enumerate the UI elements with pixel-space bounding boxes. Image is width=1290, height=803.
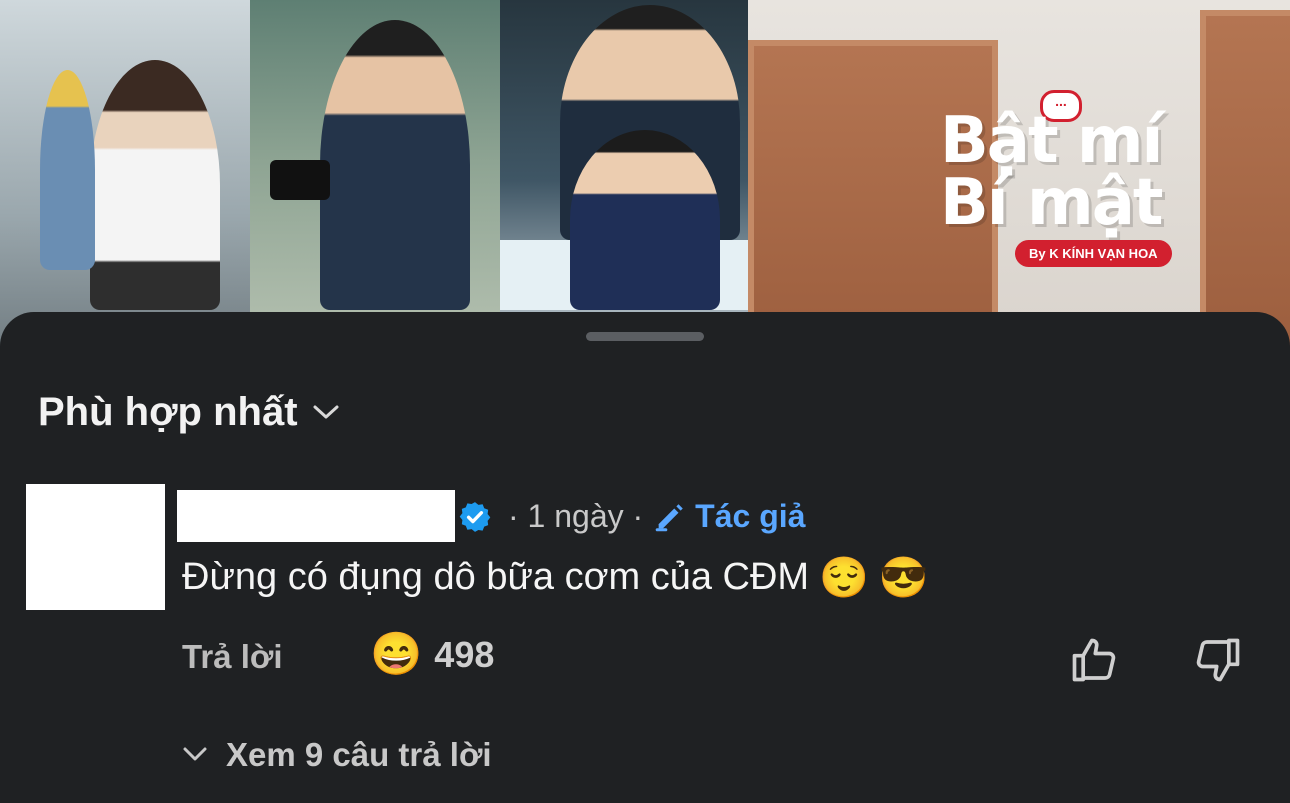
grinning-face-emoji: 😄 (370, 630, 423, 677)
sunglasses-face-emoji: 😎 (878, 556, 929, 600)
author-badge: Tác giả (653, 498, 805, 535)
verified-badge-icon (459, 502, 491, 532)
video-frame-2 (250, 0, 500, 360)
comment-actions: Trả lời 😄 498 (182, 630, 1262, 686)
reaction-summary[interactable]: 😄 498 (370, 630, 494, 679)
sort-dropdown[interactable]: Phù hợp nhất (38, 390, 340, 435)
view-replies-label: Xem 9 câu trả lời (226, 736, 492, 773)
avatar[interactable] (26, 484, 165, 610)
video-preview[interactable]: ... Bật mí Bí mật By K KÍNH VẠN HOA (0, 0, 1290, 360)
comment-meta: · 1 ngày · Tác giả (508, 498, 805, 535)
pencil-icon (655, 503, 683, 531)
comment-time: · 1 ngày · (508, 498, 644, 534)
reaction-count: 498 (434, 633, 495, 675)
chevron-down-icon (182, 742, 208, 768)
reply-button[interactable]: Trả lời (182, 638, 283, 676)
show-logo-text: Bật mí Bí mật (940, 104, 1163, 240)
video-frame-3 (500, 0, 748, 360)
author-badge-label: Tác giả (695, 498, 806, 534)
commenter-name-redacted[interactable] (177, 490, 455, 542)
comments-sheet: Phù hợp nhất · 1 ngày · Tác giả Đừng có … (0, 312, 1290, 803)
chevron-down-icon (312, 397, 340, 428)
view-replies-button[interactable]: Xem 9 câu trả lời (182, 736, 492, 774)
thumbs-down-icon[interactable] (1192, 634, 1244, 686)
comment-text: Đừng có đụng dô bữa cơm của CĐM (182, 556, 810, 598)
relieved-face-emoji: 😌 (819, 556, 869, 600)
video-frame-1 (0, 0, 250, 360)
sort-label: Phù hợp nhất (38, 390, 298, 434)
sheet-drag-handle[interactable] (586, 332, 704, 341)
thumbs-up-icon[interactable] (1068, 634, 1120, 686)
show-logo-badge: By K KÍNH VẠN HOA (1015, 240, 1172, 267)
comment-text-row: Đừng có đụng dô bữa cơm của CĐM 😌 😎 (182, 554, 929, 601)
show-logo: ... Bật mí Bí mật By K KÍNH VẠN HOA (940, 90, 1190, 280)
